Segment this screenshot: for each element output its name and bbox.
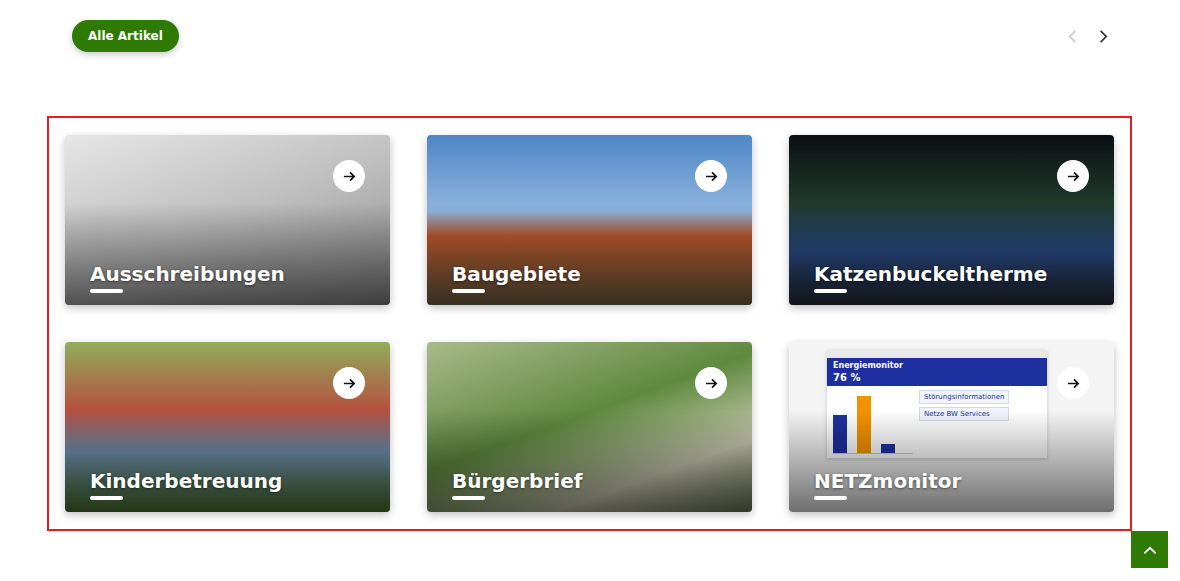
arrow-right-icon: [342, 376, 357, 391]
title-underline: [814, 496, 847, 500]
top-bar: Alle Artikel: [0, 0, 1180, 52]
card-title: Katzenbuckeltherme: [814, 262, 1094, 286]
arrow-circle[interactable]: [695, 160, 727, 192]
all-articles-button[interactable]: Alle Artikel: [72, 20, 179, 52]
arrow-circle[interactable]: [1057, 367, 1089, 399]
card-caption: Baugebiete: [427, 262, 752, 305]
chevron-left-icon[interactable]: [1066, 29, 1081, 44]
category-card[interactable]: Kinderbetreuung: [65, 342, 390, 512]
card-caption: Bürgerbrief: [427, 469, 752, 512]
chevron-up-icon: [1141, 541, 1159, 559]
back-to-top-button[interactable]: [1131, 531, 1168, 568]
title-underline: [452, 289, 485, 293]
arrow-circle[interactable]: [695, 367, 727, 399]
card-caption: NETZmonitor: [789, 469, 1114, 512]
category-card[interactable]: Bürgerbrief: [427, 342, 752, 512]
card-title: Ausschreibungen: [90, 262, 370, 286]
arrow-right-icon: [1066, 376, 1081, 391]
title-underline: [814, 289, 847, 293]
arrow-circle[interactable]: [333, 367, 365, 399]
card-caption: Ausschreibungen: [65, 262, 390, 305]
title-underline: [90, 496, 123, 500]
card-grid: Ausschreibungen Baugebiete Katzenbuckelthe…: [47, 116, 1132, 531]
card-title: Kinderbetreuung: [90, 469, 370, 493]
title-underline: [452, 496, 485, 500]
card-title: Baugebiete: [452, 262, 732, 286]
category-card[interactable]: Baugebiete: [427, 135, 752, 305]
card-caption: Kinderbetreuung: [65, 469, 390, 512]
chevron-right-icon[interactable]: [1095, 29, 1110, 44]
page: Alle Artikel Ausschreibungen Baugebiete Kat…: [0, 0, 1180, 581]
arrow-circle[interactable]: [1057, 160, 1089, 192]
category-card[interactable]: Katzenbuckeltherme: [789, 135, 1114, 305]
category-card[interactable]: Energiemonitor76 %StörungsinformationenN…: [789, 342, 1114, 512]
arrow-right-icon: [704, 169, 719, 184]
card-caption: Katzenbuckeltherme: [789, 262, 1114, 305]
arrow-circle[interactable]: [333, 160, 365, 192]
arrow-right-icon: [1066, 169, 1081, 184]
card-title: NETZmonitor: [814, 469, 1094, 493]
pager: [1066, 29, 1110, 44]
arrow-right-icon: [704, 376, 719, 391]
category-card[interactable]: Ausschreibungen: [65, 135, 390, 305]
card-title: Bürgerbrief: [452, 469, 732, 493]
arrow-right-icon: [342, 169, 357, 184]
title-underline: [90, 289, 123, 293]
